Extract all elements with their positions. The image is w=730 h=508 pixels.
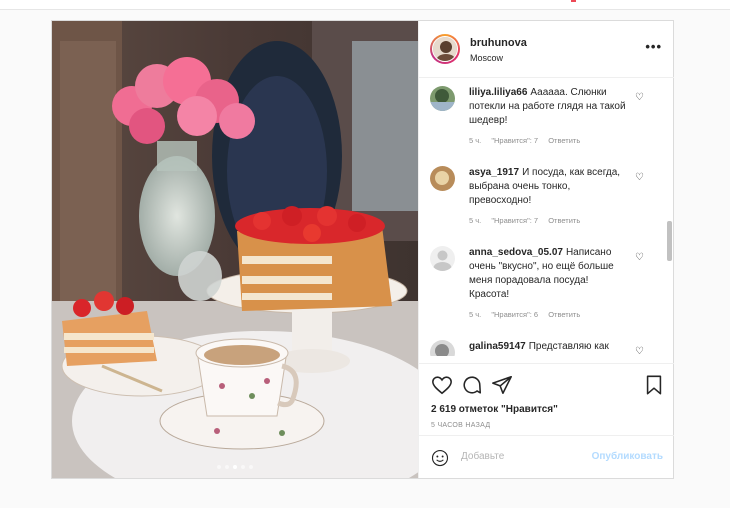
comment-text: galina59147 Представляю как [469,340,627,354]
comment-meta: 5 ч. "Нравится": 7 Ответить [469,136,588,145]
avatar[interactable] [430,34,460,64]
heart-icon[interactable] [431,374,453,396]
comment-username[interactable]: anna_sedova_05.07 [469,247,563,258]
username[interactable]: bruhunova [470,37,527,49]
comment-reply-link[interactable]: Ответить [548,216,580,225]
comment-likes-count[interactable]: "Нравится": 6 [491,310,538,319]
post-timestamp[interactable]: 5 ЧАСОВ НАЗАД [431,422,490,429]
carousel-dot [249,465,253,469]
comment-reply-link[interactable]: Ответить [548,310,580,319]
comment-likes-count[interactable]: "Нравится": 7 [491,216,538,225]
comment-meta: 5 ч. "Нравится": 6 Ответить [469,310,588,319]
comment-text: anna_sedova_05.07 Написано очень "вкусно"… [469,246,627,302]
top-bar [0,0,730,10]
share-icon[interactable] [491,374,513,396]
bookmark-icon[interactable] [643,374,665,396]
likes-count[interactable]: 2 619 отметок "Нравится" [431,404,558,415]
post-dialog: bruhunova Moscow ••• liliya.liliya66 Аааа… [51,20,674,479]
comment-time: 5 ч. [469,310,482,319]
comment-likes-count[interactable]: "Нравится": 7 [491,136,538,145]
notification-indicator [571,0,576,2]
comment-body: Представляю как [528,341,609,352]
comment-like-icon[interactable]: ♡ [635,92,644,103]
comment-username[interactable]: liliya.liliya66 [469,87,527,98]
post-header: bruhunova Moscow ••• [419,21,674,78]
emoji-icon[interactable] [431,449,449,467]
carousel-dot-active [233,465,237,469]
avatar-image [432,36,458,62]
comment-input[interactable]: Добавьте [461,451,504,462]
comment-username[interactable]: asya_1917 [469,167,519,178]
post-photo[interactable] [52,21,418,478]
comment-username[interactable]: galina59147 [469,341,526,352]
comment-reply-link[interactable]: Ответить [548,136,580,145]
publish-button[interactable]: Опубликовать [592,451,663,462]
scrollbar-thumb[interactable] [667,221,672,261]
more-options-icon[interactable]: ••• [645,39,662,54]
commenter-avatar[interactable] [430,166,455,191]
comment-meta: 5 ч. "Нравится": 7 Ответить [469,216,588,225]
cake-photo [52,21,418,478]
comment-time: 5 ч. [469,216,482,225]
carousel-indicator [52,465,418,469]
comment-like-icon[interactable]: ♡ [635,172,644,183]
comment-text: liliya.liliya66 Аааааа. Слюнки потекли на… [469,86,627,128]
comment-like-icon[interactable]: ♡ [635,346,644,356]
commenter-avatar[interactable] [430,246,455,271]
add-comment-bar: Добавьте Опубликовать [419,435,674,479]
carousel-dot [241,465,245,469]
carousel-dot [225,465,229,469]
comment-icon[interactable] [461,374,483,396]
location[interactable]: Moscow [470,53,503,63]
comments-list: liliya.liliya66 Аааааа. Слюнки потекли на… [419,78,674,356]
comment-text: asya_1917 И посуда, как всегда, выбрана о… [469,166,627,208]
comment-time: 5 ч. [469,136,482,145]
comments-scrollbar[interactable] [667,81,672,359]
commenter-avatar[interactable] [430,340,455,356]
commenter-avatar[interactable] [430,86,455,111]
comment-like-icon[interactable]: ♡ [635,252,644,263]
carousel-dot [217,465,221,469]
post-panel: bruhunova Moscow ••• liliya.liliya66 Аааа… [418,21,674,478]
